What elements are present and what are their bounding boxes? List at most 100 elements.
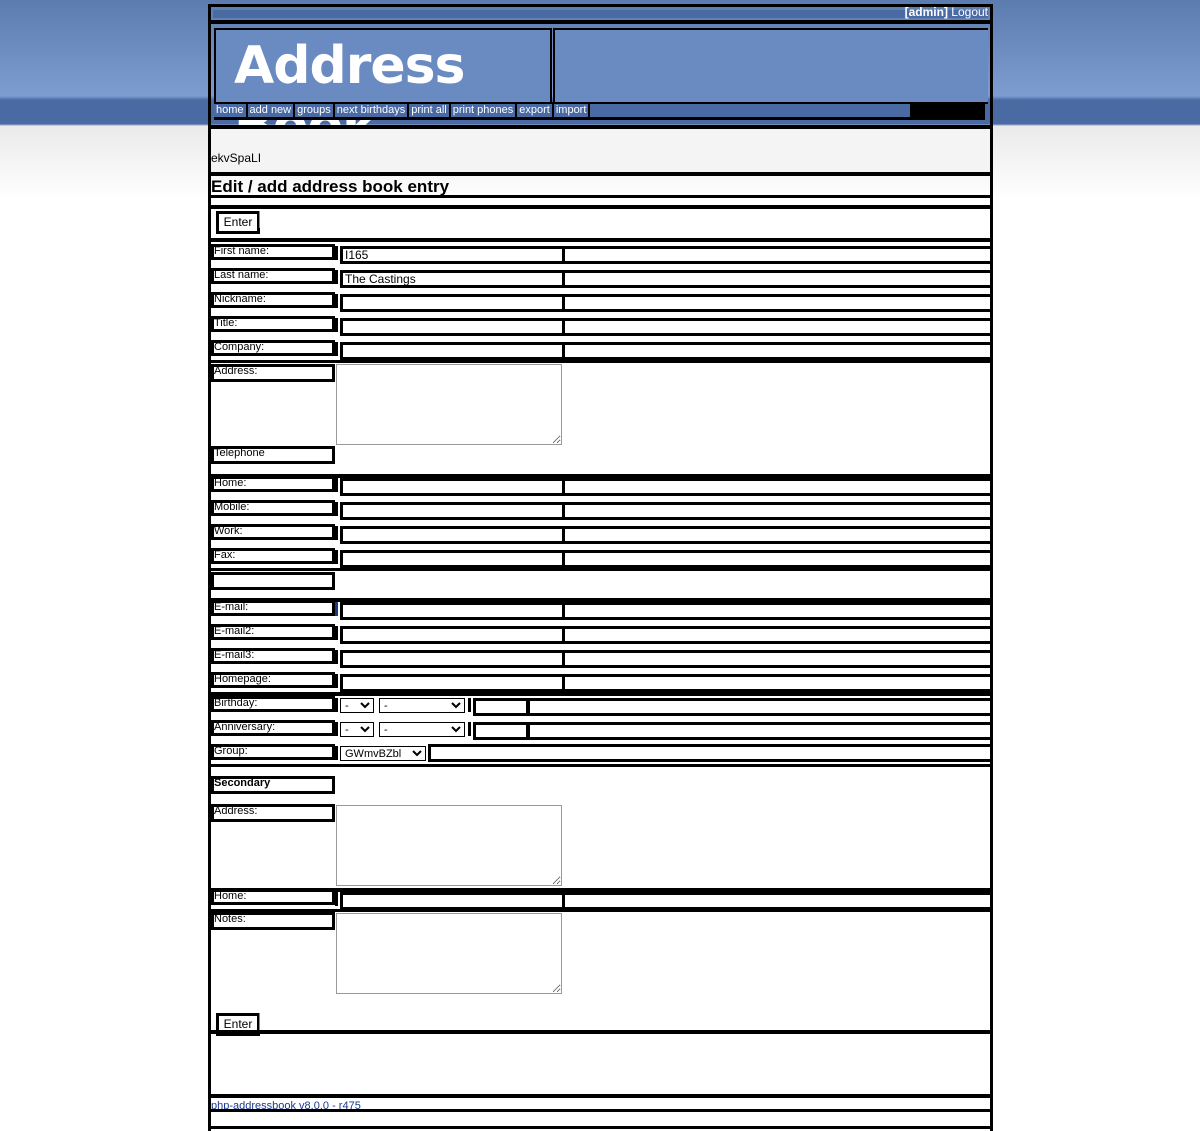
address2-label: Address:: [211, 804, 335, 822]
nav-export[interactable]: export: [517, 104, 552, 117]
address2-textarea[interactable]: [336, 805, 562, 886]
title-input[interactable]: [340, 318, 565, 336]
divider: [211, 1030, 990, 1034]
row-box: [562, 526, 990, 544]
work-phone-input[interactable]: [340, 526, 565, 544]
lastname-input[interactable]: [340, 270, 565, 288]
nav-print-phones[interactable]: print phones: [450, 104, 516, 117]
main-container: [admin] Logout Address Book homeadd newg…: [208, 4, 993, 1131]
divider: [211, 172, 990, 176]
nav-print-all[interactable]: print all: [409, 104, 449, 117]
phone2-input[interactable]: [340, 892, 565, 910]
row-box: [428, 744, 990, 762]
field-marker: [335, 526, 338, 540]
group-select[interactable]: GWmvBZbl: [340, 746, 426, 761]
divider: [211, 1094, 990, 1098]
nav-import[interactable]: import: [553, 104, 589, 117]
field-marker: [335, 698, 338, 712]
row-box: [562, 674, 990, 692]
field-marker: [335, 318, 338, 332]
nav-groups[interactable]: groups: [295, 104, 333, 117]
anniversary-day-select[interactable]: -: [340, 722, 374, 737]
username: [admin]: [904, 5, 948, 19]
button-edge: [256, 1013, 260, 1030]
title-label: Title:: [211, 316, 335, 332]
lastname-label: Last name:: [211, 268, 335, 284]
address-label: Address:: [211, 364, 335, 382]
notes-textarea[interactable]: [336, 913, 562, 994]
field-marker: [335, 650, 338, 664]
row-box: [562, 270, 990, 288]
field-marker: [335, 246, 338, 260]
secondary-section-label: Secondary: [211, 776, 335, 794]
homepage-label: Homepage:: [211, 672, 335, 688]
address-textarea[interactable]: [336, 364, 562, 445]
row-box: [562, 478, 990, 496]
company-label: Company:: [211, 340, 335, 356]
row-box: [562, 626, 990, 644]
divider: [211, 568, 990, 571]
phone2-label: Home:: [211, 889, 335, 905]
field-marker: [335, 602, 338, 616]
button-edge: [256, 211, 260, 228]
field-marker: [335, 746, 338, 760]
field-marker: [335, 892, 338, 906]
logo[interactable]: Address Book: [214, 28, 552, 156]
birthday-month-select[interactable]: -: [379, 698, 465, 713]
divider: [211, 1126, 990, 1129]
birthday-label: Birthday:: [211, 696, 335, 712]
email-label: E-mail:: [211, 600, 335, 616]
mobile-input[interactable]: [340, 502, 565, 520]
notes-label: Notes:: [211, 912, 335, 930]
divider: [211, 360, 990, 363]
birthday-day-select[interactable]: -: [340, 698, 374, 713]
nav-bar: home add new groups next birthdays print all…: [214, 102, 985, 120]
anniversary-year-input[interactable]: [473, 722, 529, 740]
divider: [211, 764, 990, 767]
group-label: Group:: [211, 744, 335, 760]
nav-add-new[interactable]: add new: [247, 104, 294, 117]
row-box: [562, 342, 990, 360]
firstname-input[interactable]: [340, 246, 565, 264]
field-marker: [335, 478, 338, 492]
logout-link[interactable]: Logout: [951, 5, 988, 19]
enter-button[interactable]: Enter: [216, 211, 260, 234]
anniversary-label: Anniversary:: [211, 720, 335, 736]
anniversary-month-select[interactable]: -: [379, 722, 465, 737]
row-box: [562, 650, 990, 668]
email-input[interactable]: [340, 602, 565, 620]
header-banner: [553, 28, 988, 104]
row-box: [562, 550, 990, 568]
email3-input[interactable]: [340, 650, 565, 668]
divider: [211, 238, 990, 242]
divider: [211, 1109, 990, 1112]
company-input[interactable]: [340, 342, 565, 360]
user-info: [admin] Logout: [905, 5, 988, 19]
nickname-input[interactable]: [340, 294, 565, 312]
homepage-input[interactable]: [340, 674, 565, 692]
firstname-label: First name:: [211, 244, 335, 260]
email3-label: E-mail3:: [211, 648, 335, 664]
nickname-label: Nickname:: [211, 292, 335, 308]
work-phone-label: Work:: [211, 524, 335, 540]
field-marker: [335, 722, 338, 736]
divider: [211, 20, 990, 24]
telephone-section-label: Telephone: [211, 446, 335, 464]
row-box: [562, 502, 990, 520]
birthday-year-input[interactable]: [473, 698, 529, 716]
home-phone-label: Home:: [211, 476, 335, 492]
field-marker: [335, 550, 338, 564]
field-marker: [335, 270, 338, 284]
mobile-label: Mobile:: [211, 500, 335, 516]
nav-fill: [590, 104, 911, 117]
email2-input[interactable]: [340, 626, 565, 644]
divider: [211, 195, 990, 198]
nav-home[interactable]: home: [214, 104, 246, 117]
row-box: [527, 722, 990, 740]
home-phone-input[interactable]: [340, 478, 565, 496]
page-title: Edit / add address book entry: [211, 177, 450, 196]
nav-next-birthdays[interactable]: next birthdays: [334, 104, 408, 117]
fax-input[interactable]: [340, 550, 565, 568]
field-marker: [335, 294, 338, 308]
field-marker: [335, 342, 338, 356]
